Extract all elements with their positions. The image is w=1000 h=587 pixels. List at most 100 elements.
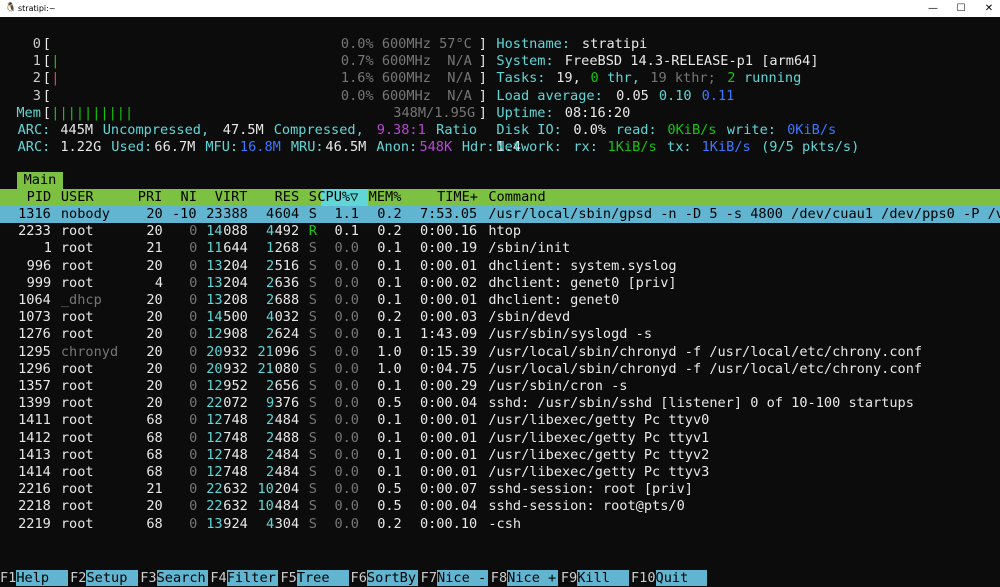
cell-time: 0:00.07 [419,481,478,498]
column-header-cpu[interactable]: CPU%▽ [317,189,358,205]
column-header-res[interactable]: RES [275,189,300,205]
cell-s: S [308,360,317,377]
close-button[interactable]: ✕ [979,3,999,14]
process-row[interactable]: 1 root 21 0 11 644 1 268 S 0.0 0.1 0:00.19/sbin/ini… [0,240,1000,257]
process-row[interactable]: 1399 root 20 0 22 072 9 376 S 0.0 0.5 0:00.04 sshd: … [0,395,1000,412]
sp [693,88,701,105]
running-count: 2 [727,70,736,87]
function-key-f4[interactable]: F4Filter [210,570,278,587]
column-header-bar: PID USER PRI NI VIRT RES S CPU%▽ MEM% TIME+ Comman… [0,189,1000,206]
cell-s: S [308,378,317,394]
column-header-state[interactable]: S [309,189,317,205]
maximize-button[interactable]: ☐ [951,3,971,14]
column-header-time[interactable]: TIME+ [437,189,478,205]
cell-virt-hi: 12 [206,446,223,463]
cell-s: S [308,309,317,326]
function-key-f1[interactable]: F1Help [0,570,69,587]
cell-virt: 204 [223,257,248,274]
cell-res-hi: 2 [266,378,275,394]
cell-virt-hi: 14 [206,223,223,240]
column-header-user[interactable]: USER [61,189,94,205]
cell-mem: 0.1 [377,326,402,343]
process-row[interactable]: 1276 root 20 0 12 908 2 624 S 0.0 0.1 1:43.09/usr/s… [0,326,1000,343]
function-key-f8[interactable]: F8Nice + [491,570,559,587]
cell-s: R [308,223,317,240]
process-row[interactable]: 999 root 4 0 13 204 2 636 S 0.0 0.1 0:00.02 dhclient… [0,275,1000,292]
cell-cpu: 0.0 [334,343,359,360]
cell-cpu: 0.0 [334,395,359,412]
cell-virt: 072 [223,395,248,412]
column-header-pid[interactable]: PID [27,189,52,205]
cell-cpu: 0.0 [334,481,359,498]
cell-virt: 748 [223,429,248,446]
cell-virt-hi: 11 [206,240,223,257]
cell-mem: 0.5 [377,481,402,498]
cell-cmd: /usr/sbin/cron -s [488,378,628,394]
process-row[interactable]: 1064 _dhcp 20 0 13 208 2 688 S 0.0 0.1 0:00.01 dhcli… [0,292,1000,309]
key-label: F10 [630,570,656,586]
cell-pid: 1414 [18,464,51,480]
cell-mem: 0.2 [377,206,402,222]
process-row[interactable]: 996 root 20 0 13 204 2 516 S 0.0 0.1 0:00.01 dhclien… [0,258,1000,275]
system-label: System: [496,53,562,70]
process-row[interactable]: 2218 root 20 0 22 632 10 484 S 0.0 0.5 0:00.04 sshd-… [0,498,1000,515]
function-key-f10[interactable]: F10Quit [630,570,708,587]
minimize-button[interactable]: — [923,3,943,14]
cell-mem: 1.0 [377,360,402,377]
process-row[interactable]: 1296 root 20 0 20 932 21 080 S 0.0 1.0 0:04.75/usr/… [0,361,1000,378]
process-row[interactable]: 2219 root 68 0 13 924 4 304 S 0.0 0.2 0:00.10 -csh [0,516,1000,533]
cell-mem: 0.1 [377,292,402,308]
process-row[interactable]: 1073 root 20 0 14 500 4 032 S 0.0 0.2 0:00.03/sbin/… [0,309,1000,326]
cell-res-hi: 2 [266,412,275,429]
column-header-pri[interactable]: PRI [138,189,163,205]
cell-pri: 21 [146,240,163,257]
cell-ni: 0 [189,240,198,257]
process-row[interactable]: 1316 nobody 20 -10 23 388 4 604 S 1.1 0.2 7:53.05/u… [0,206,1000,223]
process-row[interactable]: 2216 root 21 0 22 632 10 204 S 0.0 0.5 0:00.07 sshd-… [0,481,1000,498]
cell-mem: 0.2 [377,309,402,326]
cell-ni: 0 [189,412,198,429]
sp [719,70,727,87]
function-key-f6[interactable]: F6SortBy [351,570,419,587]
cell-pid: 1295 [18,343,51,360]
function-key-f7[interactable]: F7Nice - [421,570,489,587]
tab-main[interactable]: Main [17,172,63,189]
function-key-bar: F1Help F2Setup F3Search F4Filter F5Tree F6Sor… [0,570,1000,587]
function-key-f3[interactable]: F3Search [140,570,208,587]
cell-ni: 0 [189,498,198,515]
process-row[interactable]: 2233 root 20 0 14 088 4 492 R 0.1 0.2 0:00.16 htop [0,223,1000,240]
column-header-command[interactable]: Command [488,189,545,205]
cell-s: S [308,343,317,360]
cell-mem: 0.1 [377,257,402,274]
function-key-f9[interactable]: F9Kill [561,570,630,587]
cell-ni: 0 [189,292,198,308]
title-bar[interactable]: 🐧 stratipi:~ — ☐ ✕ [0,0,1000,17]
cell-virt-hi: 12 [206,429,223,446]
cell-ni: -10 [172,206,197,222]
tasks-meter: Tasks: 19, 0 thr, 19 kthr; 2 running [0,70,1000,87]
process-row[interactable]: 1413 root 68 0 12 748 2 484 S 0.0 0.1 0:00.01/usr/l… [0,447,1000,464]
column-header-virt[interactable]: VIRT [215,189,248,205]
cell-cpu: 0.0 [334,412,359,429]
cell-ni: 0 [189,446,198,463]
column-header-ni[interactable]: NI [181,189,197,205]
function-key-f5[interactable]: F5Tree [280,570,349,587]
process-row[interactable]: 1295 chronyd 20 0 20 932 21 096 S 0.0 1.0 0:15.39/u… [0,344,1000,361]
cell-res-hi: 2 [266,446,275,463]
key-label: F2 [70,570,87,586]
column-header-mem[interactable]: MEM% [369,189,402,205]
process-row[interactable]: 1414 root 68 0 12 748 2 484 S 0.0 0.1 0:00.01/usr/l… [0,464,1000,481]
cell-s: S [308,429,317,446]
cell-virt-hi: 22 [206,395,223,412]
cell-s: S [308,274,317,291]
cell-time: 0:00.03 [419,309,478,326]
process-row[interactable]: 1412 root 68 0 12 748 2 488 S 0.0 0.1 0:00.01/usr/l… [0,430,1000,447]
read-label: read: [607,122,665,138]
process-row[interactable]: 1411 root 68 0 12 748 2 484 S 0.0 0.1 0:00.01/usr/l… [0,412,1000,429]
process-row[interactable]: 1357 root 20 0 12 952 2 656 S 0.0 0.1 0:00.29/usr/s… [0,378,1000,395]
cell-s: S [308,326,317,343]
cell-cpu: 0.0 [334,240,359,257]
function-key-f2[interactable]: F2Setup [70,570,138,587]
cell-res-hi: 4 [266,223,275,240]
cell-pid: 1316 [18,206,51,222]
